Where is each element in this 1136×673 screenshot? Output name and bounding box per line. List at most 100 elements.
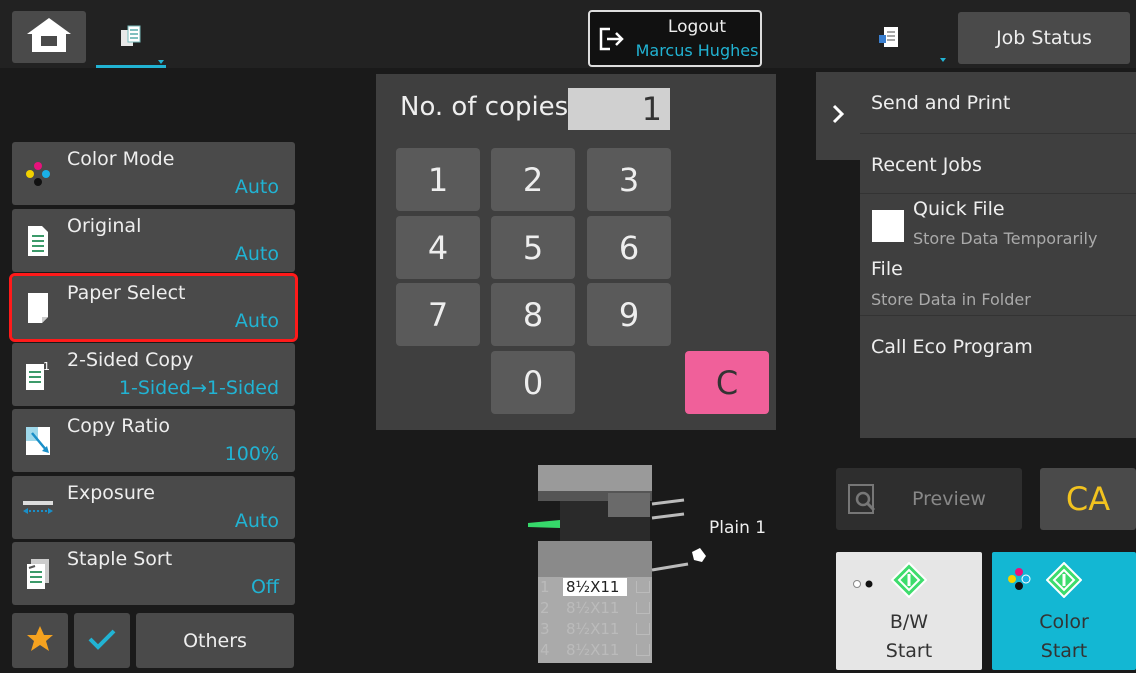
svg-text:1: 1 (43, 360, 50, 373)
function-value: 1-Sided→1-Sided (118, 377, 279, 399)
recent-jobs-item[interactable]: Recent Jobs (860, 134, 1136, 194)
two-sided-copy-button[interactable]: 1 2-Sided Copy 1-Sided→1-Sided (12, 343, 295, 406)
color-mode-icon (20, 156, 56, 192)
two-sided-icon: 1 (20, 357, 56, 393)
copy-mode-tab[interactable] (96, 10, 166, 68)
function-name: Copy Ratio (67, 415, 171, 437)
bw-start-label: B/W Start (836, 608, 982, 666)
function-name: 2-Sided Copy (67, 349, 194, 371)
tray-row[interactable]: 4 8½X11 (538, 640, 654, 661)
bw-start-line2: Start (885, 640, 933, 662)
copy-ratio-button[interactable]: Copy Ratio 100% (12, 409, 295, 472)
key-5[interactable]: 5 (491, 216, 575, 279)
key-8[interactable]: 8 (491, 283, 575, 346)
preview-label: Preview (912, 488, 986, 510)
color-start-line2: Start (1040, 640, 1088, 662)
key-0[interactable]: 0 (491, 351, 575, 414)
paper-select-icon (20, 290, 56, 326)
tray-icon (636, 581, 650, 593)
home-icon (24, 15, 74, 59)
quick-file-checkbox[interactable] (872, 210, 904, 242)
function-name: Exposure (67, 482, 155, 504)
tray-row[interactable]: 2 8½X11 (538, 598, 654, 619)
favorites-button[interactable] (12, 613, 68, 668)
bw-indicator-icon (852, 574, 876, 593)
chevron-down-icon (940, 58, 946, 62)
active-tab-indicator (96, 65, 166, 68)
file-label: File (871, 258, 903, 280)
function-name: Original (67, 215, 142, 237)
star-icon (25, 624, 55, 658)
bw-start-line1: B/W (889, 611, 929, 633)
tray-number: 1 (540, 578, 550, 596)
function-name: Staple Sort (67, 548, 173, 570)
key-9[interactable]: 9 (587, 283, 671, 346)
color-start-button[interactable]: Color Start (992, 552, 1136, 670)
color-start-line1: Color (1039, 611, 1089, 633)
others-button[interactable]: Others (136, 613, 294, 668)
file-sub: Store Data in Folder (871, 290, 1031, 309)
checkmark-icon (87, 627, 117, 655)
tray-icon (636, 644, 650, 656)
staple-sort-icon (20, 556, 56, 592)
original-button[interactable]: Original Auto (12, 209, 295, 272)
key-4[interactable]: 4 (396, 216, 480, 279)
tray-icon (636, 623, 650, 635)
chevron-right-icon (830, 103, 846, 129)
function-name: Color Mode (67, 148, 175, 170)
clear-all-button[interactable]: CA (1040, 468, 1136, 530)
logout-button[interactable]: Logout Marcus Hughes (588, 10, 762, 67)
action-panel: Send and Print Recent Jobs Quick File St… (860, 72, 1136, 438)
exposure-button[interactable]: Exposure Auto (12, 476, 295, 539)
key-6[interactable]: 6 (587, 216, 671, 279)
function-value: Auto (234, 176, 279, 198)
color-mode-button[interactable]: Color Mode Auto (12, 142, 295, 205)
function-value: Auto (234, 510, 279, 532)
right-panel-toggle[interactable] (816, 72, 860, 160)
copies-keypad-panel: No. of copies 1 1 2 3 4 5 6 7 8 9 0 C (376, 74, 776, 430)
start-icon (890, 561, 928, 602)
tray-row[interactable]: 3 8½X11 (538, 619, 654, 640)
original-icon (20, 223, 56, 259)
key-7[interactable]: 7 (396, 283, 480, 346)
function-value: Off (250, 576, 279, 598)
quick-file-label: Quick File (913, 198, 1005, 220)
paper-tray-list: 1 8½X11 2 8½X11 3 8½X11 4 8½X11 (538, 577, 654, 661)
tray-size: 8½X11 (566, 599, 620, 617)
color-indicator-icon (1006, 566, 1032, 596)
bw-start-button[interactable]: B/W Start (836, 552, 982, 670)
quick-file-sub: Store Data Temporarily (913, 229, 1098, 248)
home-button[interactable] (12, 11, 86, 63)
function-value: Auto (234, 310, 279, 332)
user-name: Marcus Hughes (635, 41, 759, 60)
function-value: Auto (234, 243, 279, 265)
staple-sort-button[interactable]: Staple Sort Off (12, 542, 295, 605)
copies-input[interactable]: 1 (568, 88, 670, 130)
recent-jobs-label: Recent Jobs (871, 154, 982, 176)
tray-size: 8½X11 (566, 620, 620, 638)
tray-number: 2 (540, 599, 550, 617)
send-and-print-item[interactable]: Send and Print (860, 72, 1136, 134)
exposure-icon (20, 490, 56, 526)
copies-label: No. of copies (400, 92, 569, 122)
file-item[interactable]: File Store Data in Folder (860, 256, 1136, 316)
key-3[interactable]: 3 (587, 148, 671, 211)
confirm-settings-button[interactable] (74, 613, 130, 668)
key-2[interactable]: 2 (491, 148, 575, 211)
chevron-down-icon (158, 60, 164, 64)
logout-icon (598, 26, 626, 56)
clear-button[interactable]: C (685, 351, 769, 414)
eco-program-item[interactable]: Call Eco Program (860, 316, 1136, 378)
start-icon (1045, 561, 1083, 602)
document-filing-tab[interactable] (830, 10, 948, 68)
paper-select-button[interactable]: Paper Select Auto (9, 273, 298, 342)
tray-size: 8½X11 (563, 578, 627, 596)
job-status-button[interactable]: Job Status (958, 12, 1130, 64)
copy-icon (118, 24, 144, 54)
document-filing-icon (876, 24, 902, 54)
key-1[interactable]: 1 (396, 148, 480, 211)
preview-icon (846, 482, 880, 521)
paper-type-label: Plain 1 (709, 518, 767, 538)
tray-row[interactable]: 1 8½X11 (538, 577, 654, 598)
preview-button[interactable]: Preview (836, 468, 1022, 530)
